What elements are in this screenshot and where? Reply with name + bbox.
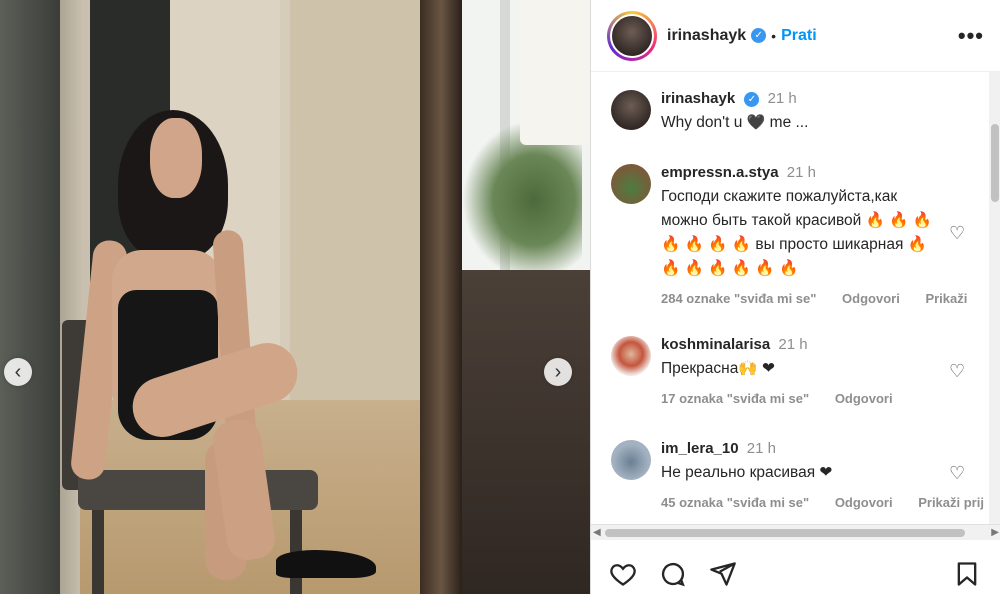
photo-person xyxy=(150,118,202,198)
reply-button[interactable]: Odgovori xyxy=(835,391,893,406)
comment-text: Господи скажите пожалуйста,как можно быт… xyxy=(661,188,933,277)
verified-icon: ✓ xyxy=(751,28,767,43)
caption-text-end: me ... xyxy=(765,114,809,131)
comment-likes[interactable]: 17 oznaka "sviđa mi se" xyxy=(661,391,809,406)
caption-text-start: Why don't u xyxy=(661,114,747,131)
photo-bg xyxy=(462,270,590,594)
reply-button[interactable]: Odgovori xyxy=(842,291,900,306)
post-panel: irinashayk ✓ • Prati ••• irinashayk ✓ 21… xyxy=(590,0,1000,594)
avatar[interactable] xyxy=(611,440,651,480)
heart-icon[interactable]: ♡ xyxy=(949,464,967,482)
show-replies-button[interactable]: Prikaži xyxy=(925,291,967,306)
heart-icon[interactable]: ♡ xyxy=(949,362,967,380)
photo-bg xyxy=(290,0,440,430)
photo-chair xyxy=(78,470,318,510)
avatar-image xyxy=(610,13,654,58)
comment-username[interactable]: koshminalarisa xyxy=(661,336,770,353)
avatar[interactable] xyxy=(611,164,651,204)
comment-text: Прекрасна🙌 ❤ xyxy=(661,360,775,377)
comment-text: Не реально красивая ❤ xyxy=(661,464,833,481)
caption-time[interactable]: 21 h xyxy=(768,90,797,107)
verified-icon: ✓ xyxy=(744,91,760,107)
caption: irinashayk ✓ 21 h Why don't u 🖤 me ... xyxy=(611,90,981,135)
follow-button[interactable]: Prati xyxy=(781,27,817,45)
bookmark-icon[interactable] xyxy=(953,560,983,590)
header-username[interactable]: irinashayk xyxy=(667,27,746,45)
scrollbar-thumb[interactable] xyxy=(605,529,965,537)
reply-button[interactable]: Odgovori xyxy=(835,495,893,510)
heart-icon[interactable] xyxy=(609,560,639,590)
scroll-right-icon[interactable]: ▶ xyxy=(991,527,999,538)
horizontal-scrollbar[interactable]: ◀ ▶ xyxy=(591,524,1000,540)
chevron-right-icon[interactable]: › xyxy=(544,358,572,386)
comment: im_lera_10 21 h Не реально красивая ❤ 45… xyxy=(611,440,984,510)
comment-time[interactable]: 21 h xyxy=(787,164,816,181)
scrollbar-thumb[interactable] xyxy=(991,124,999,202)
black-heart-icon: 🖤 xyxy=(746,114,766,131)
comment-likes[interactable]: 284 oznake "sviđa mi se" xyxy=(661,291,816,306)
comment-likes[interactable]: 45 oznaka "sviđa mi se" xyxy=(661,495,809,510)
vertical-scrollbar[interactable] xyxy=(989,72,1000,524)
avatar[interactable] xyxy=(611,90,651,130)
photo-bg xyxy=(520,0,590,145)
photo-chair xyxy=(290,505,302,594)
post-photo: ‹ › xyxy=(0,0,590,594)
avatar[interactable] xyxy=(611,336,651,376)
photo-chair xyxy=(92,505,104,594)
comment-time[interactable]: 21 h xyxy=(778,336,807,353)
avatar[interactable] xyxy=(607,10,657,61)
comment-username[interactable]: im_lera_10 xyxy=(661,440,739,457)
caption-username[interactable]: irinashayk xyxy=(661,90,735,107)
comment-time[interactable]: 21 h xyxy=(747,440,776,457)
post-header: irinashayk ✓ • Prati ••• xyxy=(591,0,1000,72)
photo-bg xyxy=(420,0,462,594)
action-bar xyxy=(591,556,1000,594)
more-options-button[interactable]: ••• xyxy=(958,23,984,49)
share-icon[interactable] xyxy=(709,560,739,590)
scroll-left-icon[interactable]: ◀ xyxy=(593,527,601,538)
photo-bg xyxy=(0,0,60,594)
show-replies-button[interactable]: Prikaži prij xyxy=(918,495,984,510)
comment: koshminalarisa 21 h Прекрасна🙌 ❤ 17 ozna… xyxy=(611,336,981,406)
comment-icon[interactable] xyxy=(659,560,689,590)
heart-icon[interactable]: ♡ xyxy=(949,224,967,242)
chevron-left-icon[interactable]: ‹ xyxy=(4,358,32,386)
comments-list[interactable]: irinashayk ✓ 21 h Why don't u 🖤 me ... e… xyxy=(591,72,989,524)
comment: empressn.a.stya 21 h Господи скажите пож… xyxy=(611,164,981,306)
caption-text: Why don't u 🖤 me ... xyxy=(661,111,981,135)
separator-dot: • xyxy=(771,27,777,44)
comment-username[interactable]: empressn.a.stya xyxy=(661,164,779,181)
